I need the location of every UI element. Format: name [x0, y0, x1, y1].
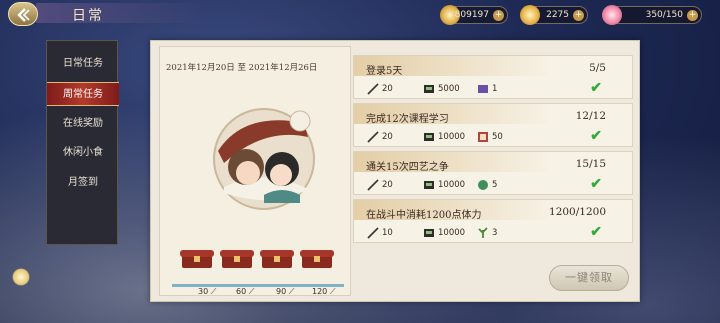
task-progress: 15/15: [575, 158, 606, 170]
milestone-60: 60 ⟋: [236, 287, 255, 296]
add-peach-button[interactable]: +: [687, 10, 698, 21]
task-title: 完成12次课程学习: [366, 114, 449, 125]
brush-icon: ⟋: [286, 287, 295, 296]
ink-coin-icon: [424, 133, 434, 141]
sidebar-item-snack[interactable]: 休闲小食: [47, 141, 119, 165]
check-icon: ✔: [590, 224, 602, 240]
task-title: 通关15次四艺之争: [366, 162, 449, 173]
ink-coin-icon: [424, 85, 434, 93]
task-row: 在战斗中消耗1200点体力 1200/1200 ✔ 10 10000 3: [353, 199, 633, 243]
feather-value: 2275: [546, 10, 569, 20]
milestone-30: 30 ⟋: [198, 287, 217, 296]
brush-icon: [367, 131, 379, 143]
check-icon: ✔: [590, 176, 602, 192]
brush-icon: ⟋: [246, 287, 255, 296]
scroll-icon: [478, 85, 488, 93]
resource-peach: 350/150 +: [602, 5, 702, 25]
task-row: 完成12次课程学习 12/12 ✔ 20 10000 50: [353, 103, 633, 147]
feather-icon: [520, 5, 540, 25]
date-range: 2021年12月20日 至 2021年12月26日: [166, 63, 318, 73]
coin-value: 809197: [454, 10, 489, 20]
task-category-sidebar: 日常任务 周常任务 在线奖励 休闲小食 月签到: [46, 40, 119, 245]
task-progress: 5/5: [589, 62, 606, 74]
ink-coin-icon: [424, 181, 434, 189]
add-coin-button[interactable]: +: [493, 10, 504, 21]
task-title: 登录5天: [366, 66, 403, 77]
brush-icon: ⟋: [327, 287, 336, 296]
brush-icon: ⟋: [208, 287, 217, 296]
ink-coin-icon: [424, 229, 434, 237]
brush-icon: [367, 227, 379, 239]
sidebar-item-monthly-signin[interactable]: 月签到: [47, 171, 119, 195]
check-icon: ✔: [590, 80, 602, 96]
milestone-120: 120 ⟋: [312, 287, 336, 296]
weekly-task-panel: 2021年12月20日 至 2021年12月26日 30 ⟋ 60 ⟋ 90 ⟋…: [150, 40, 640, 302]
page-title: 日常: [72, 8, 104, 24]
sidebar-item-daily[interactable]: 日常任务: [47, 52, 119, 76]
back-button[interactable]: [8, 2, 38, 26]
brush-icon: [367, 179, 379, 191]
brush-icon: [367, 83, 379, 95]
chest-90[interactable]: [260, 247, 294, 271]
milestone-90: 90 ⟋: [276, 287, 295, 296]
chest-60[interactable]: [220, 247, 254, 271]
herb-icon: [478, 227, 488, 238]
chest-30[interactable]: [180, 247, 214, 271]
milestone-chests: [180, 247, 340, 277]
sidebar-item-online-reward[interactable]: 在线奖励: [47, 112, 119, 136]
peach-blossom-icon: [602, 5, 622, 25]
sidebar-item-weekly[interactable]: 周常任务: [47, 82, 119, 106]
claim-all-button[interactable]: 一键领取: [549, 265, 629, 291]
add-feather-button[interactable]: +: [573, 10, 584, 21]
title-banner: [36, 3, 206, 23]
top-bar: 日常 809197 + 2275 + 350/150 +: [0, 0, 720, 30]
resource-feather: 2275 +: [520, 5, 588, 25]
book-icon: [478, 132, 488, 142]
task-row: 登录5天 5/5 ✔ 20 5000 1: [353, 55, 633, 99]
jade-icon: [478, 180, 488, 190]
check-icon: ✔: [590, 128, 602, 144]
chest-120[interactable]: [300, 247, 334, 271]
task-progress: 1200/1200: [549, 206, 606, 218]
lantern-decoration: [12, 268, 30, 286]
task-progress: 12/12: [575, 110, 606, 122]
task-title: 在战斗中消耗1200点体力: [366, 210, 482, 221]
peach-value: 350/150: [645, 10, 683, 20]
task-row: 通关15次四艺之争 15/15 ✔ 20 10000 5: [353, 151, 633, 195]
resource-coin: 809197 +: [440, 5, 508, 25]
character-illustration: [213, 108, 315, 210]
weekly-progress-card: 2021年12月20日 至 2021年12月26日 30 ⟋ 60 ⟋ 90 ⟋…: [159, 46, 351, 296]
back-arrow-icon: [17, 8, 30, 22]
